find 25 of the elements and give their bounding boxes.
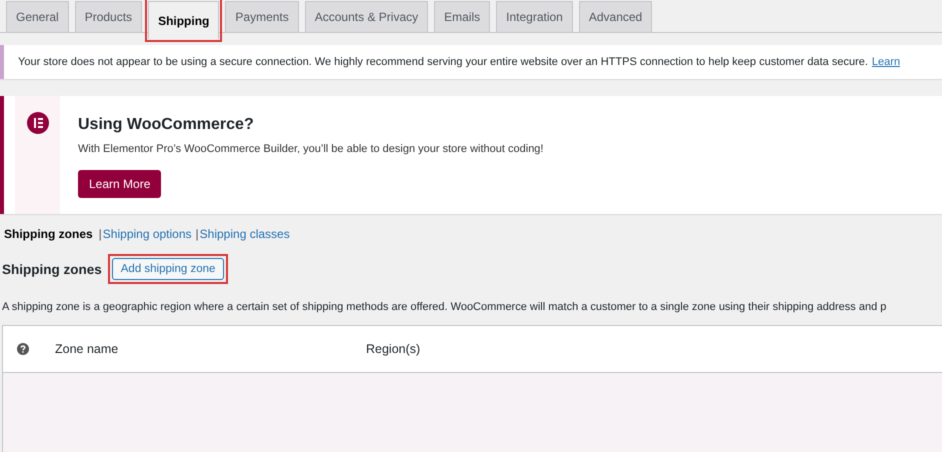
promo-text: With Elementor Pro’s WooCommerce Builder, you’ll be able to design your store without coding! — [78, 143, 544, 155]
section-description: A shipping zone is a geographic region where a certain set of shipping methods are offered. WooCommerce will match a customer to a single zone using their shipping address and p — [1, 300, 888, 313]
separator: | — [98, 227, 102, 241]
section-title: Shipping zones — [2, 262, 102, 276]
subnav-link[interactable]: Shipping options — [102, 227, 192, 241]
settings-tab[interactable]: Products — [74, 1, 142, 32]
help-icon[interactable] — [17, 343, 29, 355]
settings-tab[interactable]: Advanced — [578, 1, 652, 32]
settings-tab[interactable]: Integration — [496, 1, 573, 32]
subnav-link[interactable]: Shipping classes — [200, 227, 290, 241]
settings-tab[interactable]: Shipping — [148, 1, 220, 39]
promo-title: Using WooCommerce? — [78, 116, 255, 134]
subnav-link[interactable]: Shipping zones — [4, 227, 93, 241]
logo-icon — [26, 112, 48, 134]
settings-tab[interactable]: Emails — [434, 1, 490, 32]
settings-tab[interactable]: General — [6, 1, 69, 32]
column-header: Region(s) — [366, 342, 420, 356]
settings-tab[interactable]: Payments — [225, 1, 299, 32]
separator: | — [196, 227, 199, 241]
column-header: Zone name — [55, 342, 120, 356]
learn-link[interactable]: Learn — [872, 56, 900, 68]
learn-more-button[interactable]: Learn More — [78, 170, 162, 198]
settings-tab[interactable]: Accounts & Privacy — [304, 1, 428, 32]
add-zone-button[interactable]: Add shipping zone — [112, 258, 224, 280]
notice-text: Your store does not appear to be using a secure connection. We highly recommend serving your entire website over an HTTPS connection to help keep customer data secure. — [18, 56, 868, 68]
